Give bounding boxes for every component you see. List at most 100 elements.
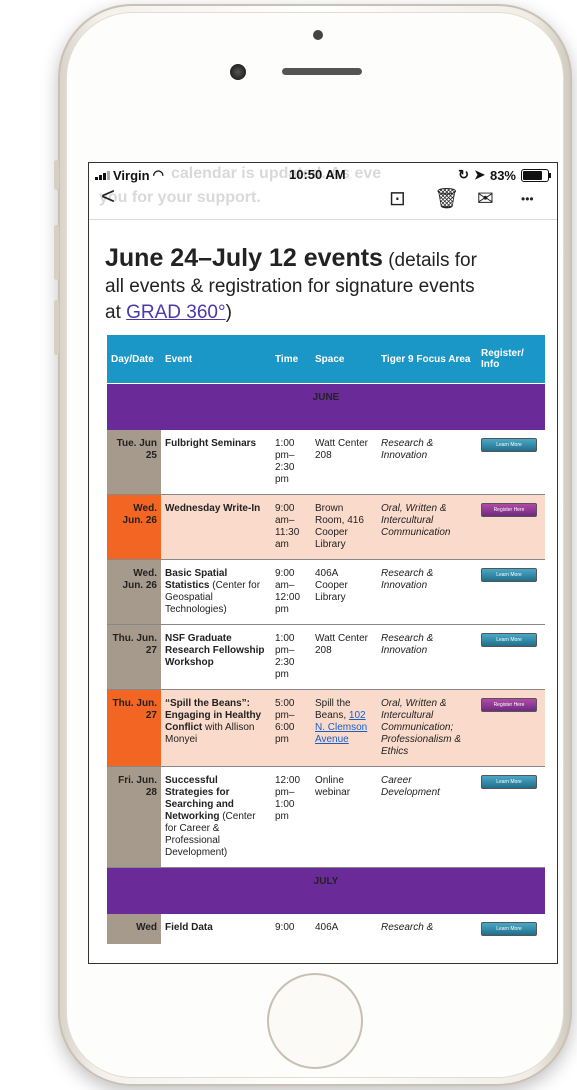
row-time: 9:00 am– 12:00 pm: [271, 559, 311, 625]
status-time: 10:50 AM: [289, 167, 346, 182]
row-focus: Research &: [377, 914, 477, 944]
row-time: 9:00 am– 11:30 am: [271, 494, 311, 560]
email-body: June 24–July 12 events (details for all …: [89, 220, 557, 963]
table-row: Thu. Jun. 27 “Spill the Beans”: Engaging…: [107, 689, 545, 767]
row-event: Wednesday Write-In: [161, 494, 271, 560]
row-event: “Spill the Beans”: Engaging in Healthy C…: [161, 689, 271, 767]
table-header-row: Day/Date Event Time Space Tiger 9 Focus …: [107, 335, 545, 384]
row-event: NSF Graduate Research Fellowship Worksho…: [161, 624, 271, 690]
status-bar: Virgin ◠ 10:50 AM ↻ ➤ 83%: [89, 163, 557, 183]
register-here-button[interactable]: Register Here: [481, 698, 537, 712]
proximity-sensor: [313, 30, 323, 40]
table-row: Tue. Jun 25 Fulbright Seminars 1:00 pm– …: [107, 430, 545, 495]
row-space: 406A Cooper Library: [311, 559, 377, 625]
row-time: 1:00 pm– 2:30 pm: [271, 624, 311, 690]
back-icon[interactable]: <: [101, 185, 115, 209]
row-register: Learn More: [477, 559, 545, 625]
event-title: Wednesday Write-In: [165, 503, 261, 514]
row-focus: Oral, Written & Intercultural Communicat…: [377, 494, 477, 560]
row-date: Tue. Jun 25: [107, 430, 161, 495]
row-date: Thu. Jun. 27: [107, 624, 161, 690]
header-focus-area: Tiger 9 Focus Area: [377, 335, 477, 384]
learn-more-button[interactable]: Learn More: [481, 633, 537, 647]
heading-line3-prefix: at: [105, 302, 127, 323]
row-space: 406A: [311, 914, 377, 944]
archive-icon[interactable]: ⊡: [389, 189, 406, 209]
events-table: Day/Date Event Time Space Tiger 9 Focus …: [107, 335, 545, 944]
volume-up-button: [54, 225, 59, 280]
header-time: Time: [271, 335, 311, 384]
trash-icon[interactable]: 🗑: [434, 189, 459, 209]
row-register: Learn More: [477, 624, 545, 690]
volume-down-button: [54, 300, 59, 355]
row-date: Thu. Jun. 27: [107, 689, 161, 767]
event-title: NSF Graduate Research Fellowship Worksho…: [165, 633, 265, 668]
row-time: 5:00 pm– 6:00 pm: [271, 689, 311, 767]
event-title: Field Data: [165, 922, 213, 933]
learn-more-button[interactable]: Learn More: [481, 438, 537, 452]
heading-line2: all events & registration for signature …: [105, 276, 475, 297]
row-date: Wed: [107, 914, 161, 944]
table-row: Wed Field Data 9:00 406A Research & Lear…: [107, 914, 545, 944]
heading-line3-suffix: ): [225, 302, 232, 323]
header-event: Event: [161, 335, 271, 384]
earpiece-speaker: [282, 68, 362, 75]
row-register: Register Here: [477, 689, 545, 767]
row-date: Fri. Jun. 28: [107, 766, 161, 868]
row-focus: Research & Innovation: [377, 559, 477, 625]
phone-screen: calendar is updated. As eve you for your…: [88, 162, 558, 964]
event-title: Fulbright Seminars: [165, 438, 257, 449]
orientation-lock-icon: ↻: [458, 167, 470, 182]
status-right: ↻ ➤ 83%: [458, 167, 551, 183]
row-register: Learn More: [477, 914, 545, 944]
battery-percent: 83%: [489, 167, 516, 183]
row-register: Register Here: [477, 494, 545, 560]
home-button[interactable]: [267, 973, 363, 1069]
row-focus: Research & Innovation: [377, 430, 477, 495]
battery-icon: [521, 168, 551, 182]
row-time: 9:00: [271, 914, 311, 944]
wifi-icon: ◠: [152, 167, 164, 182]
row-date: Wed. Jun. 26: [107, 494, 161, 560]
row-time: 12:00 pm– 1:00 pm: [271, 766, 311, 868]
heading-line3: at GRAD 360°): [105, 301, 545, 325]
row-date: Wed. Jun. 26: [107, 559, 161, 625]
mail-toolbar: < ⊡ 🗑 ✉ •••: [89, 183, 557, 220]
learn-more-button[interactable]: Learn More: [481, 922, 537, 936]
row-space: Brown Room, 416 Cooper Library: [311, 494, 377, 560]
carrier-info: Virgin ◠: [95, 167, 164, 183]
header-day-date: Day/Date: [107, 335, 161, 384]
month-label: JULY: [107, 867, 545, 914]
header-register-info: Register/ Info: [477, 335, 545, 384]
register-here-button[interactable]: Register Here: [481, 503, 537, 517]
grad360-link[interactable]: GRAD 360°: [126, 302, 225, 323]
row-focus: Research & Innovation: [377, 624, 477, 690]
heading-details: (details for: [382, 250, 477, 271]
side-button-top: [54, 160, 59, 190]
row-focus: Career Development: [377, 766, 477, 868]
row-event: Fulbright Seminars: [161, 430, 271, 495]
location-icon: ➤: [474, 167, 485, 182]
row-space: Online webinar: [311, 766, 377, 868]
row-event: Field Data: [161, 914, 271, 944]
front-camera: [230, 64, 246, 80]
space-text: Spill the Beans,: [315, 698, 351, 721]
events-heading: June 24–July 12 events (details for all …: [105, 244, 545, 325]
more-icon[interactable]: •••: [521, 189, 534, 209]
table-row: Wed. Jun. 26 Basic Spatial Statistics (C…: [107, 559, 545, 625]
row-register: Learn More: [477, 766, 545, 868]
month-label: JUNE: [107, 383, 545, 430]
learn-more-button[interactable]: Learn More: [481, 775, 537, 789]
header-space: Space: [311, 335, 377, 384]
row-space: Spill the Beans, 102 N. Clemson Avenue: [311, 689, 377, 767]
row-space: Watt Center 208: [311, 624, 377, 690]
month-row-june: JUNE: [107, 383, 545, 430]
month-row-july: JULY: [107, 867, 545, 914]
heading-title: June 24–July 12 events: [105, 244, 383, 272]
carrier-name: Virgin: [113, 167, 150, 183]
row-event: Basic Spatial Statistics (Center for Geo…: [161, 559, 271, 625]
row-time: 1:00 pm– 2:30 pm: [271, 430, 311, 495]
learn-more-button[interactable]: Learn More: [481, 568, 537, 582]
mail-icon[interactable]: ✉: [477, 189, 494, 209]
row-space: Watt Center 208: [311, 430, 377, 495]
